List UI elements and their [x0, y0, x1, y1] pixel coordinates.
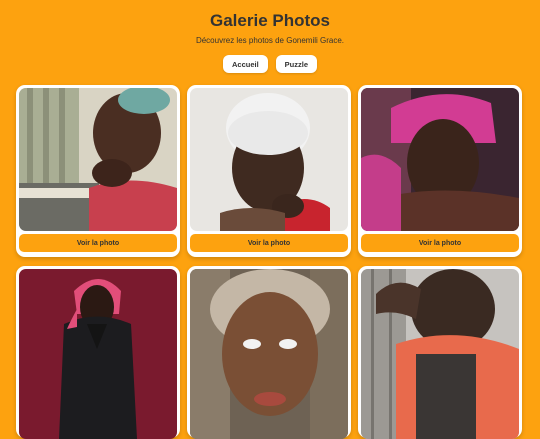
photo-card: Voir la photo	[16, 85, 180, 257]
photo-card	[358, 266, 522, 439]
photo-image[interactable]	[190, 88, 348, 231]
view-photo-button[interactable]: Voir la photo	[190, 234, 348, 252]
photo-image[interactable]	[19, 269, 177, 439]
page-subtitle: Découvrez les photos de Gonemili Grace.	[195, 36, 345, 45]
photo-card: Voir la photo	[358, 85, 522, 257]
view-photo-button[interactable]: Voir la photo	[361, 234, 519, 252]
photo-grid: Voir la photo Voir la photo Voir la phot…	[16, 85, 522, 439]
page-title: Galerie Photos	[210, 11, 330, 30]
photo-image[interactable]	[190, 269, 348, 439]
photo-card: Voir la photo	[187, 85, 351, 257]
photo-image[interactable]	[19, 88, 177, 231]
home-button[interactable]: Accueil	[222, 55, 268, 73]
nav-bar: Accueil Puzzle	[0, 55, 540, 73]
photo-image[interactable]	[361, 269, 519, 439]
photo-card	[187, 266, 351, 439]
photo-image[interactable]	[361, 88, 519, 231]
photo-card	[16, 266, 180, 439]
puzzle-button[interactable]: Puzzle	[275, 55, 318, 73]
page-header: Galerie Photos Découvrez les photos de G…	[0, 0, 540, 73]
view-photo-button[interactable]: Voir la photo	[19, 234, 177, 252]
